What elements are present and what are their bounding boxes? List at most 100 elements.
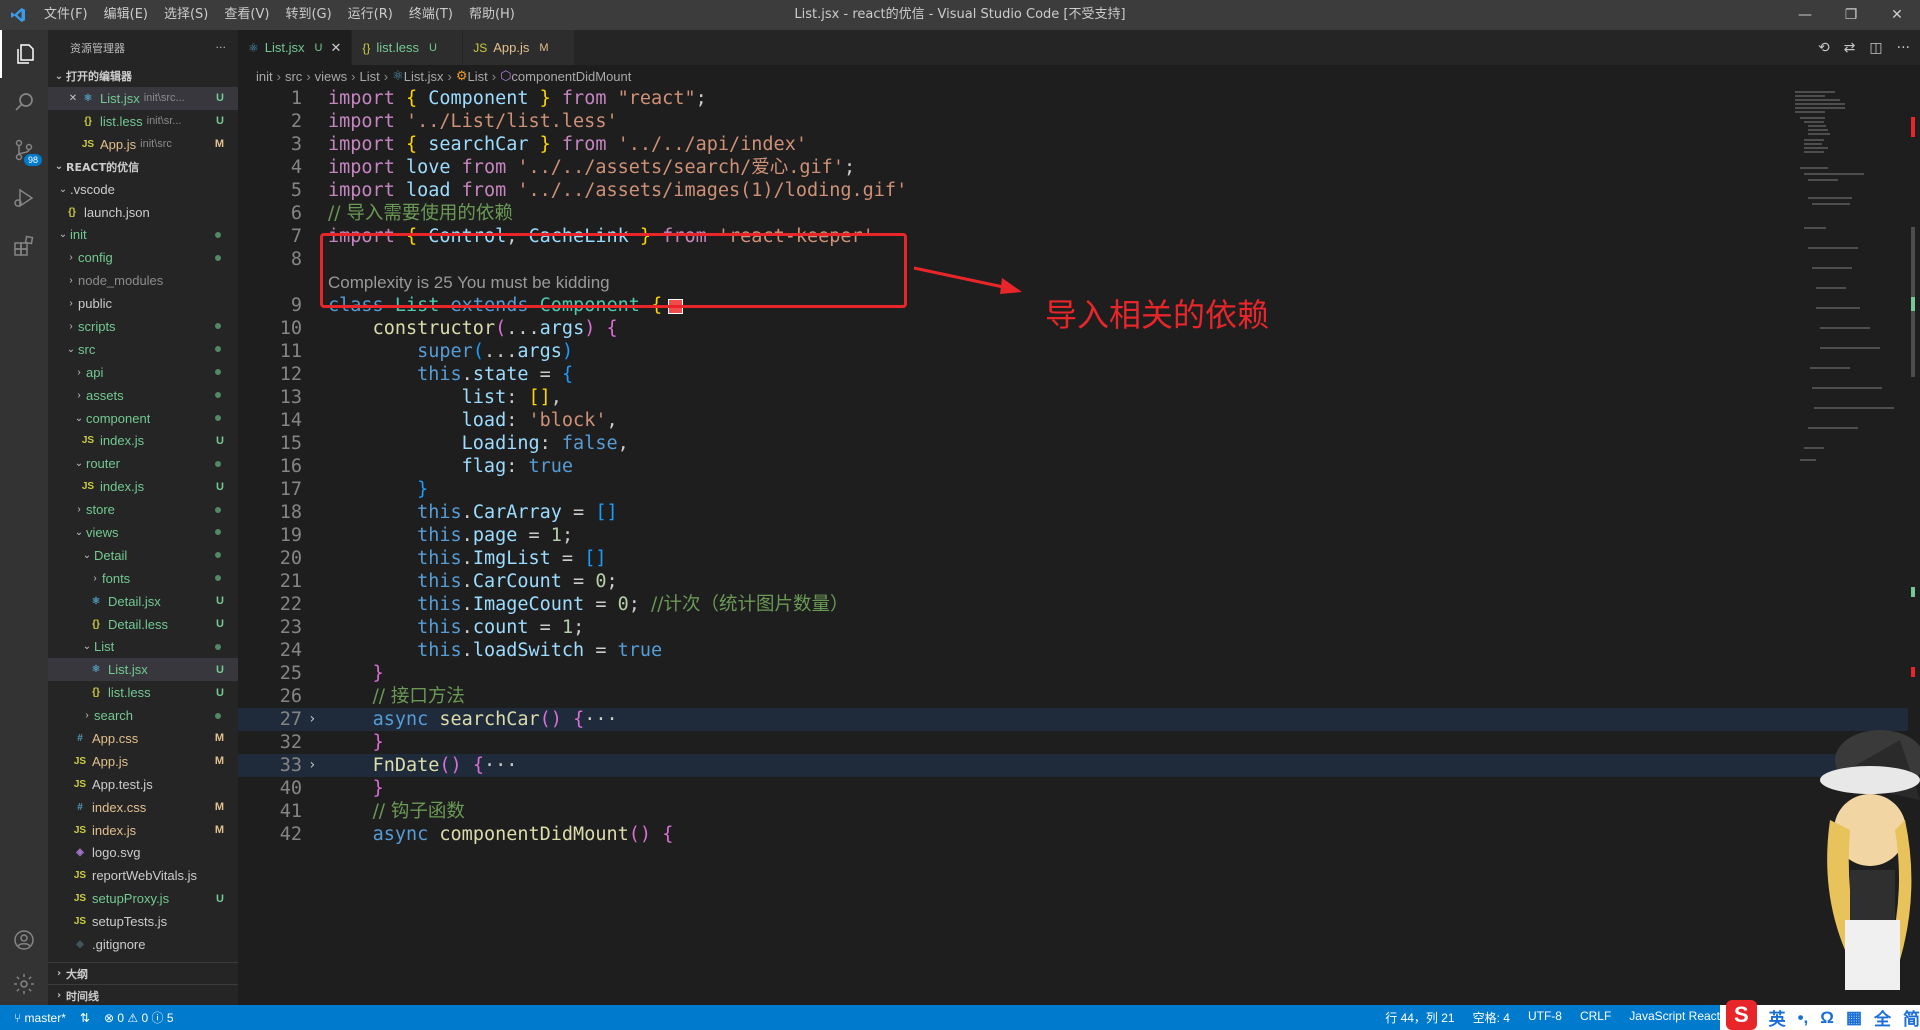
chevron-right-icon: › xyxy=(69,252,73,264)
settings-gear-icon[interactable] xyxy=(0,960,48,1008)
breadcrumb-item[interactable]: init xyxy=(256,69,273,84)
file-item[interactable]: ◆ .gitignore xyxy=(48,933,238,956)
folder-item[interactable]: ⌄ init xyxy=(48,223,238,246)
folder-item[interactable]: › assets xyxy=(48,384,238,407)
tab-app-js[interactable]: JS App.js M xyxy=(463,30,575,65)
folder-item[interactable]: ⌄ List xyxy=(48,635,238,658)
breadcrumb-item[interactable]: src xyxy=(285,69,302,84)
menu-item[interactable]: 帮助(H) xyxy=(461,0,523,30)
fold-chevron-icon[interactable]: › xyxy=(308,754,316,777)
file-item[interactable]: {} Detail.less U xyxy=(48,613,238,636)
file-item[interactable]: {} launch.json xyxy=(48,201,238,224)
close-button[interactable]: ✕ xyxy=(1874,0,1920,30)
open-editor-item[interactable]: ✕ ⚛ List.jsx init\src... U xyxy=(48,87,238,110)
problems-indicator[interactable]: ⊗ 0 ⚠ 0 ⓘ 5 xyxy=(104,1009,174,1026)
open-editor-item[interactable]: {} list.less init\sr... U xyxy=(48,110,238,133)
timeline-section[interactable]: › 时间线 xyxy=(48,984,238,1005)
more-actions-icon[interactable]: ··· xyxy=(1897,40,1910,56)
fold-chevron-icon[interactable]: › xyxy=(308,708,316,731)
close-icon[interactable]: ✕ xyxy=(66,93,80,104)
file-item[interactable]: # index.css M xyxy=(48,796,238,819)
run-debug-icon[interactable] xyxy=(0,174,48,222)
maximize-button[interactable]: ❐ xyxy=(1828,0,1874,30)
close-tab-icon[interactable]: ✕ xyxy=(330,40,341,56)
ime-button[interactable]: Ω xyxy=(1820,1008,1834,1028)
file-item[interactable]: JS index.js M xyxy=(48,819,238,842)
minimize-button[interactable]: — xyxy=(1782,0,1828,30)
folder-item[interactable]: › fonts xyxy=(48,567,238,590)
file-item[interactable]: JS reportWebVitals.js xyxy=(48,864,238,887)
folder-item[interactable]: › config xyxy=(48,246,238,269)
ime-button[interactable]: 全 xyxy=(1874,1005,1891,1030)
branch-indicator[interactable]: ⑂ master* xyxy=(14,1011,66,1025)
file-item[interactable]: # App.css M xyxy=(48,727,238,750)
folder-item[interactable]: ⌄ .vscode xyxy=(48,178,238,201)
tab-label: List.jsx xyxy=(264,40,305,55)
file-item[interactable]: JS setupTests.js xyxy=(48,910,238,933)
folder-item[interactable]: › node_modules xyxy=(48,269,238,292)
open-editors-section[interactable]: ⌄ 打开的编辑器 xyxy=(48,65,238,87)
folder-item[interactable]: › scripts xyxy=(48,315,238,338)
folder-item[interactable]: › store xyxy=(48,498,238,521)
ime-button[interactable]: 英 xyxy=(1769,1005,1786,1030)
menu-item[interactable]: 转到(G) xyxy=(277,0,339,30)
menu-item[interactable]: 查看(V) xyxy=(216,0,277,30)
sync-icon[interactable]: ⇅ xyxy=(80,1011,90,1025)
file-item[interactable]: ⚛ List.jsx U xyxy=(48,658,238,682)
folder-item[interactable]: ⌄ views xyxy=(48,521,238,544)
breadcrumb-item[interactable]: List.jsx xyxy=(404,69,444,84)
folder-item[interactable]: › public xyxy=(48,292,238,315)
chevron-down-icon: ⌄ xyxy=(66,343,76,355)
project-section[interactable]: ⌄ REACT的优信 xyxy=(48,156,238,178)
file-item[interactable]: JS index.js U xyxy=(48,429,238,452)
explorer-icon[interactable] xyxy=(0,30,48,78)
extensions-icon[interactable] xyxy=(0,222,48,270)
line-ending[interactable]: CRLF xyxy=(1580,1009,1611,1026)
more-actions-icon[interactable]: ··· xyxy=(216,41,227,54)
breadcrumb-item[interactable]: views xyxy=(315,69,348,84)
folder-item[interactable]: ⌄ Detail xyxy=(48,544,238,567)
folder-item[interactable]: ⌄ component xyxy=(48,407,238,430)
breadcrumb-item[interactable]: List xyxy=(360,69,380,84)
file-item[interactable]: JS index.js U xyxy=(48,475,238,498)
sogou-logo-icon[interactable]: S xyxy=(1726,999,1757,1030)
open-editor-item[interactable]: JS App.js init\src M xyxy=(48,133,238,156)
menu-item[interactable]: 终端(T) xyxy=(401,0,461,30)
folder-item[interactable]: › api xyxy=(48,361,238,384)
source-control-icon[interactable]: 98 xyxy=(0,126,48,174)
file-item[interactable]: JS App.test.js xyxy=(48,773,238,796)
indentation[interactable]: 空格: 4 xyxy=(1473,1009,1510,1026)
tab-list-less[interactable]: {} list.less U xyxy=(352,30,464,65)
file-item[interactable]: ◈ logo.svg xyxy=(48,842,238,865)
folder-item[interactable]: ⌄ src xyxy=(48,338,238,361)
file-item[interactable]: {} list.less U xyxy=(48,681,238,704)
open-changes-icon[interactable]: ⇄ xyxy=(1844,40,1856,56)
cursor-position[interactable]: 行 44，列 21 xyxy=(1385,1009,1454,1026)
minimap[interactable] xyxy=(1790,87,1910,467)
timeline-label: 时间线 xyxy=(66,989,99,1003)
account-icon[interactable] xyxy=(0,916,48,964)
tab-list-jsx[interactable]: ⚛ List.jsx U ✕ xyxy=(238,30,353,65)
code-editor[interactable]: 1 import { Component } from "react"; 2 imp… xyxy=(238,87,1920,1005)
ime-button[interactable]: ▦ xyxy=(1846,1008,1862,1028)
breadcrumb-item[interactable]: componentDidMount xyxy=(511,69,631,84)
menu-item[interactable]: 运行(R) xyxy=(340,0,401,30)
folder-item[interactable]: ⌄ router xyxy=(48,452,238,475)
breadcrumb-item[interactable]: List xyxy=(467,69,487,84)
menu-item[interactable]: 文件(F) xyxy=(36,0,96,30)
encoding[interactable]: UTF-8 xyxy=(1528,1009,1562,1026)
code-line: this.state = { xyxy=(417,364,574,385)
file-item[interactable]: JS App.js M xyxy=(48,750,238,773)
menu-item[interactable]: 选择(S) xyxy=(156,0,216,30)
split-editor-icon[interactable]: ◫ xyxy=(1869,40,1882,56)
ime-button[interactable]: •, xyxy=(1798,1008,1809,1028)
file-item[interactable]: JS setupProxy.js U xyxy=(48,887,238,910)
language-mode[interactable]: JavaScript React xyxy=(1629,1009,1720,1026)
timeline-history-icon[interactable]: ⟲ xyxy=(1818,40,1830,56)
folder-item[interactable]: › search xyxy=(48,704,238,727)
ime-button[interactable]: 简 xyxy=(1903,1005,1920,1030)
file-item[interactable]: ⚛ Detail.jsx U xyxy=(48,590,238,613)
menu-item[interactable]: 编辑(E) xyxy=(96,0,156,30)
search-icon[interactable] xyxy=(0,78,48,126)
outline-section[interactable]: › 大纲 xyxy=(48,962,238,984)
